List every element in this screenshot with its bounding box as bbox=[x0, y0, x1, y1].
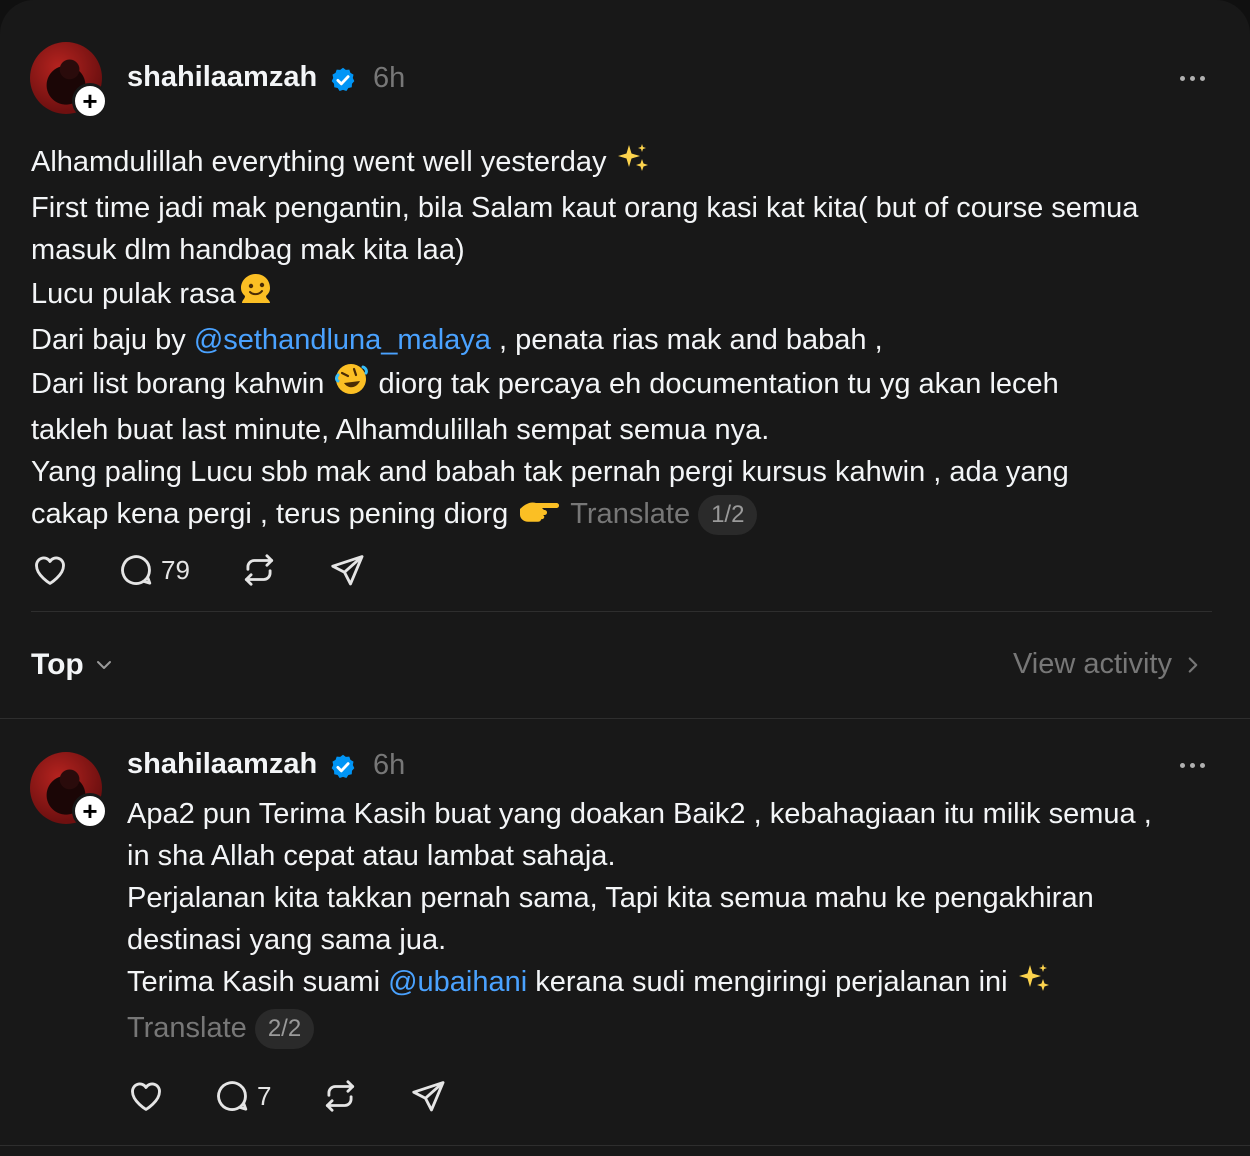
mention-link[interactable]: @sethandluna_malaya bbox=[194, 324, 491, 356]
post-line: Yang paling Lucu sbb mak and babah tak p… bbox=[31, 456, 1069, 488]
post-time: 6h bbox=[373, 749, 406, 781]
view-activity-label: View activity bbox=[1012, 648, 1172, 680]
follow-plus-icon[interactable]: + bbox=[72, 793, 108, 829]
post-body: Alhamdulillah everything went well yeste… bbox=[31, 141, 1221, 539]
melting-face-icon bbox=[236, 271, 276, 319]
pointing-hand-icon bbox=[516, 497, 560, 539]
username[interactable]: shahilaamzah bbox=[127, 748, 317, 781]
reply-line: Terima Kasih suami @ubaihani kerana sudi… bbox=[127, 961, 1222, 1007]
repost-button[interactable] bbox=[240, 551, 278, 589]
post-line: Dari baju by @sethandluna_malaya , penat… bbox=[31, 324, 883, 356]
thread-pager-badge: 1/2 bbox=[698, 495, 758, 536]
heart-icon bbox=[131, 1082, 161, 1111]
view-activity-link[interactable]: View activity bbox=[1013, 648, 1206, 681]
repost-button[interactable] bbox=[321, 1077, 359, 1115]
reply-post: + shahilaamzah 6h Apa2 pun Terima Kasih … bbox=[0, 719, 1250, 1156]
share-icon bbox=[412, 1081, 445, 1112]
post-line: masuk dlm handbag mak kita laa) bbox=[31, 234, 465, 266]
thread-pager-badge: 2/2 bbox=[254, 1009, 315, 1050]
like-button[interactable] bbox=[127, 1077, 165, 1115]
username[interactable]: shahilaamzah bbox=[127, 61, 317, 94]
repost-icon bbox=[326, 1080, 355, 1112]
reply-line: Apa2 pun Terima Kasih buat yang doakan B… bbox=[127, 798, 1152, 830]
post-line: Dari list borang kahwin diorg tak percay… bbox=[31, 361, 1221, 409]
post-line: takleh buat last minute, Alhamdulillah s… bbox=[31, 414, 770, 446]
post-line: cakap kena pergi , terus pening diorg Tr… bbox=[31, 493, 1221, 539]
translate-link[interactable]: Translate bbox=[127, 1012, 247, 1044]
reply-line: destinasi yang sama jua. bbox=[127, 924, 447, 956]
sparkles-icon bbox=[615, 143, 651, 187]
share-button[interactable] bbox=[328, 551, 366, 589]
follow-plus-icon[interactable]: + bbox=[72, 83, 108, 119]
divider bbox=[31, 611, 1212, 612]
verified-badge-icon bbox=[331, 67, 355, 91]
more-icon[interactable] bbox=[1180, 76, 1205, 81]
reply-body: Apa2 pun Terima Kasih buat yang doakan B… bbox=[127, 793, 1222, 1050]
post-time: 6h bbox=[373, 62, 406, 94]
share-icon bbox=[331, 555, 364, 586]
chevron-down-icon bbox=[96, 661, 111, 669]
reply-line: in sha Allah cepat atau lambat sahaja. bbox=[127, 840, 616, 872]
reply-line: Perjalanan kita takkan pernah sama, Tapi… bbox=[127, 882, 1094, 914]
verified-badge-icon bbox=[331, 754, 355, 778]
post-line: Alhamdulillah everything went well yeste… bbox=[31, 141, 1221, 187]
reply-line: Translate 2/2 bbox=[127, 1007, 1222, 1050]
comment-icon bbox=[217, 1081, 248, 1111]
rofl-emoji-icon bbox=[332, 361, 370, 409]
sparkles-icon bbox=[1016, 963, 1052, 1007]
post-actions: 79 bbox=[31, 551, 418, 589]
sort-label: Top bbox=[31, 648, 84, 681]
comment-button[interactable]: 7 bbox=[213, 1077, 271, 1115]
comment-count: 7 bbox=[257, 1080, 272, 1111]
mention-link[interactable]: @ubaihani bbox=[388, 966, 527, 998]
like-button[interactable] bbox=[31, 551, 69, 589]
more-icon[interactable] bbox=[1180, 763, 1205, 768]
comment-icon bbox=[121, 555, 152, 585]
original-post: + shahilaamzah 6h Alhamdulillah everythi… bbox=[0, 0, 1250, 612]
comment-button[interactable]: 79 bbox=[117, 551, 190, 589]
sort-dropdown[interactable]: Top bbox=[31, 648, 116, 682]
post-line: Lucu pulak rasa bbox=[31, 271, 1221, 319]
heart-icon bbox=[35, 556, 65, 585]
divider bbox=[0, 1145, 1250, 1146]
comment-count: 79 bbox=[161, 554, 190, 585]
post-line: First time jadi mak pengantin, bila Sala… bbox=[31, 192, 1139, 224]
thread-view: + shahilaamzah 6h Alhamdulillah everythi… bbox=[0, 0, 1250, 1156]
reply-actions: 7 bbox=[127, 1077, 499, 1115]
share-button[interactable] bbox=[409, 1077, 447, 1115]
translate-link[interactable]: Translate bbox=[570, 498, 690, 530]
chevron-right-icon bbox=[1188, 656, 1198, 673]
repost-icon bbox=[244, 554, 274, 586]
